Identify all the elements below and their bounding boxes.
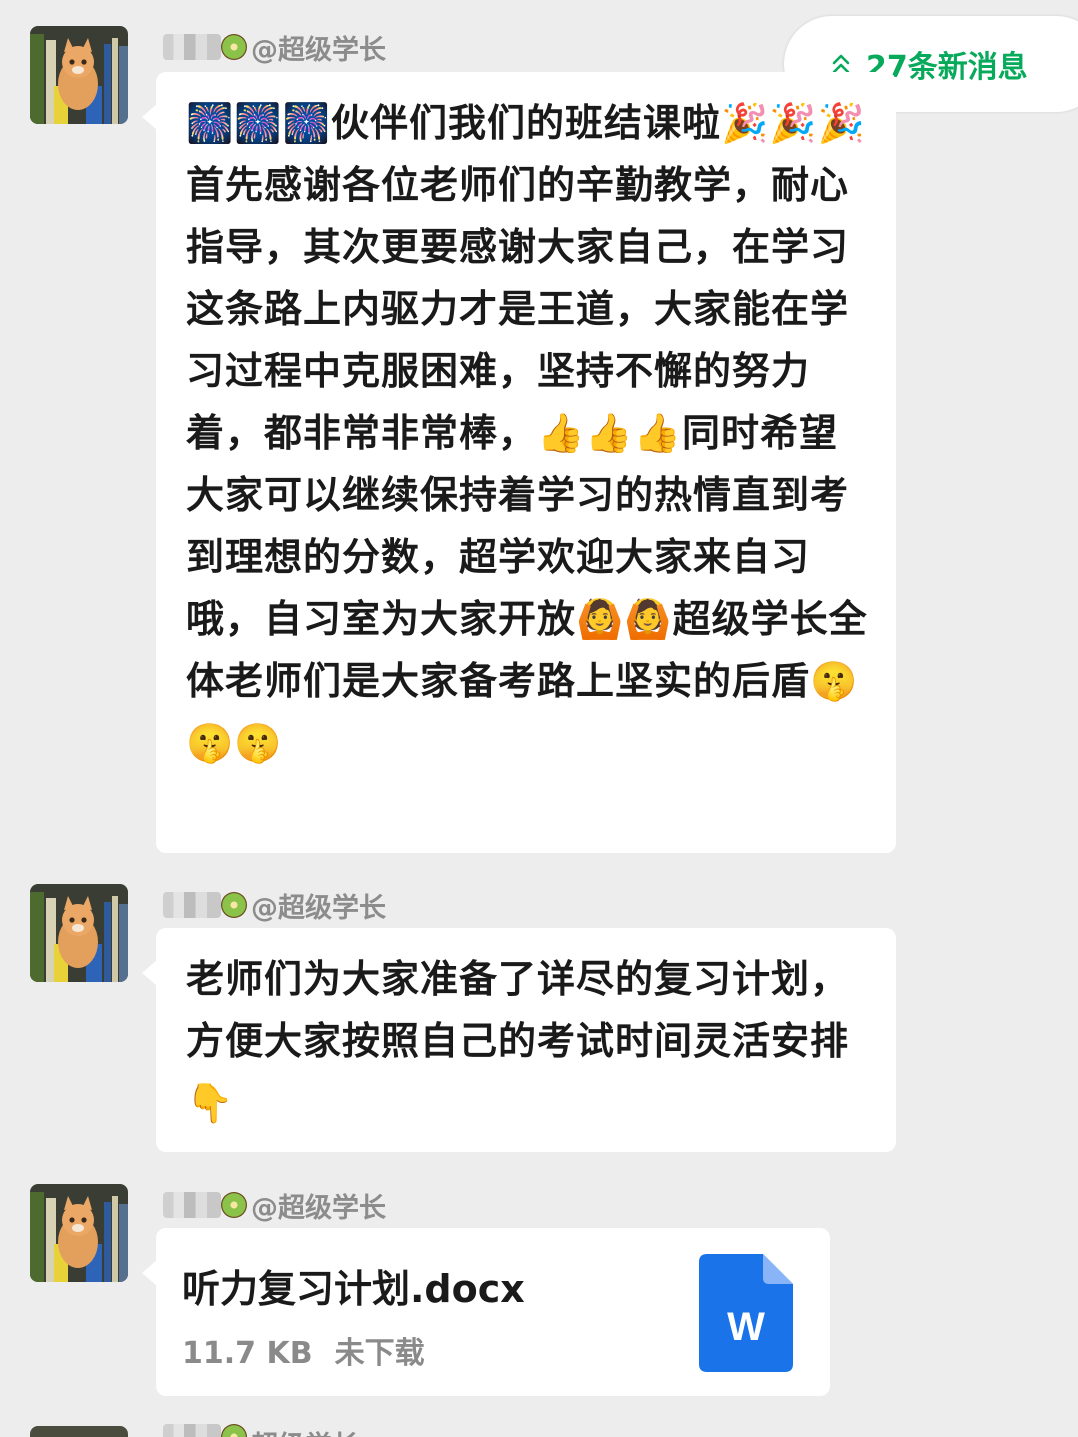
avatar[interactable] [30, 26, 128, 124]
file-name: 听力复习计划.docx [182, 1267, 525, 1311]
thumbs-up-emoji: 👍👍👍 [537, 411, 682, 455]
blurred-name [163, 892, 221, 918]
avatar[interactable] [30, 884, 128, 982]
file-meta: 11.7 KB 未下载 [182, 1328, 425, 1372]
cat-avatar [30, 1184, 128, 1282]
word-doc-icon: W [699, 1254, 793, 1372]
person-emoji: 🙆🙆 [576, 597, 673, 641]
kiwi-emoji-icon [221, 1424, 247, 1437]
svg-text:W: W [727, 1305, 765, 1349]
sender-name: @超级学长 [163, 885, 386, 925]
blurred-name [163, 1424, 221, 1437]
message-text: 🎆🎆🎆伙伴们我们的班结课啦🎉🎉🎉 首先感谢各位老师们的辛勤教学，耐心指导，其次更… [186, 101, 868, 765]
avatar[interactable] [30, 1184, 128, 1282]
kiwi-emoji-icon [221, 1192, 247, 1218]
file-message-card[interactable]: 听力复习计划.docx 11.7 KB 未下载 W [142, 1228, 830, 1396]
kiwi-emoji-icon [221, 892, 247, 918]
sender-name: @超级学长 [163, 1185, 386, 1225]
sender-name: 超级学长 [163, 1424, 359, 1437]
message-bubble[interactable]: 老师们为大家准备了详尽的复习计划，方便大家按照自己的考试时间灵活安排👇 [142, 928, 896, 1152]
cat-avatar [30, 26, 128, 124]
blurred-name [163, 34, 221, 60]
cat-avatar [30, 884, 128, 982]
pointing-down-emoji: 👇 [186, 1081, 235, 1125]
avatar[interactable] [30, 1426, 128, 1437]
download-status: 未下载 [334, 1336, 425, 1371]
kiwi-emoji-icon [221, 34, 247, 60]
message-bubble[interactable]: 🎆🎆🎆伙伴们我们的班结课啦🎉🎉🎉 首先感谢各位老师们的辛勤教学，耐心指导，其次更… [142, 72, 896, 853]
blurred-name [163, 1192, 221, 1218]
message-text: 老师们为大家准备了详尽的复习计划，方便大家按照自己的考试时间灵活安排👇 [186, 957, 850, 1125]
sender-name: @超级学长 [163, 27, 386, 67]
file-size: 11.7 KB [182, 1336, 313, 1371]
